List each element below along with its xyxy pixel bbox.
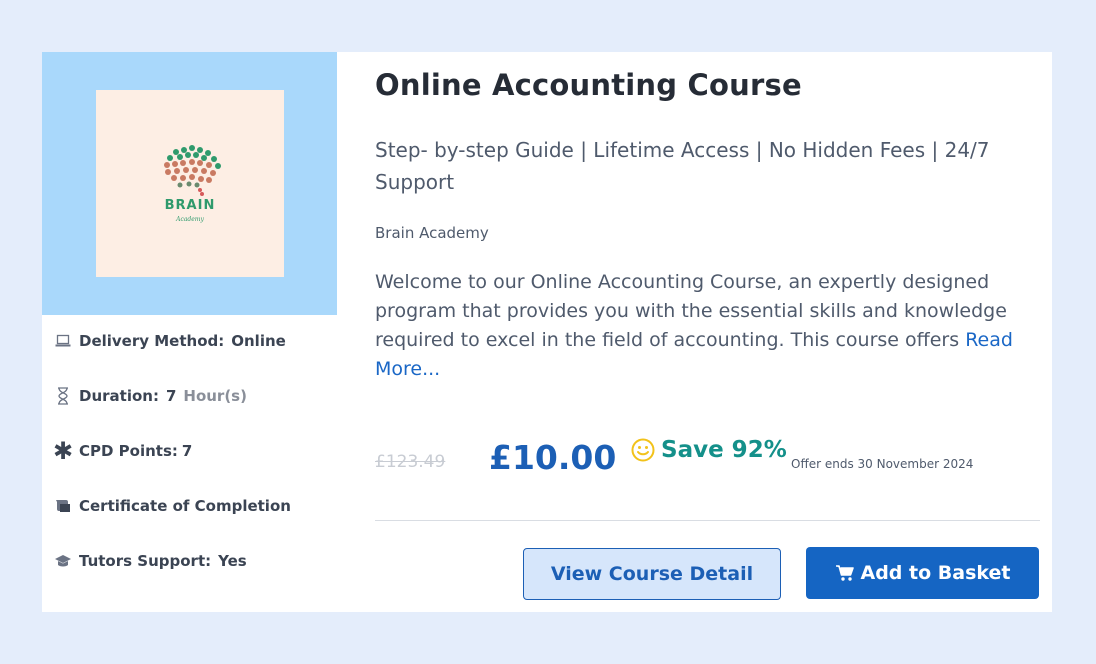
feature-label: Duration: [79, 387, 159, 405]
certificate-icon [54, 497, 72, 515]
add-to-basket-button[interactable]: Add to Basket [806, 547, 1039, 599]
smile-icon [631, 438, 655, 462]
course-card: BRAIN Academy Delivery Method: Online Du… [42, 52, 1052, 612]
feature-duration: Duration: 7 Hour(s) [54, 385, 247, 407]
feature-label: CPD Points: [79, 442, 178, 460]
course-info: Online Accounting Course Step- by-step G… [375, 52, 1045, 612]
cart-icon [835, 565, 854, 581]
graduation-cap-icon [54, 552, 72, 570]
description-text: Welcome to our Online Accounting Course,… [375, 271, 1007, 351]
feature-value: Yes [218, 552, 247, 570]
feature-delivery: Delivery Method: Online [54, 330, 286, 352]
asterisk-icon: ✱ [52, 437, 74, 465]
offer-ends: Offer ends 30 November 2024 [791, 457, 974, 471]
course-subtitle: Step- by-step Guide | Lifetime Access | … [375, 138, 990, 194]
feature-unit: Hour(s) [183, 387, 247, 405]
feature-label: Certificate of Completion [79, 497, 291, 515]
old-price: £123.49 [375, 452, 446, 472]
course-provider[interactable]: Brain Academy [375, 224, 489, 242]
feature-tutors: Tutors Support: Yes [54, 550, 247, 572]
feature-cpd: ✱ CPD Points: 7 [52, 437, 193, 465]
brand-name: BRAIN [164, 198, 216, 213]
feature-value: Online [231, 332, 286, 350]
button-label: Add to Basket [860, 562, 1011, 584]
feature-value: 7 [165, 387, 177, 405]
feature-label: Tutors Support: [79, 552, 212, 570]
feature-value: 7 [181, 442, 193, 460]
feature-label: Delivery Method: [79, 332, 225, 350]
hourglass-icon [54, 387, 72, 405]
current-price: £10.00 [489, 438, 617, 477]
view-course-detail-button[interactable]: View Course Detail [523, 548, 781, 600]
course-thumbnail[interactable]: BRAIN Academy [42, 52, 337, 315]
save-badge: Save 92% [631, 437, 787, 463]
brand-subtitle: Academy [176, 216, 204, 223]
save-text: Save 92% [661, 437, 787, 463]
course-title[interactable]: Online Accounting Course [375, 68, 802, 102]
brain-tree-icon [164, 145, 221, 196]
course-description: Welcome to our Online Accounting Course,… [375, 268, 1040, 384]
divider [375, 520, 1040, 521]
button-label: View Course Detail [550, 563, 754, 585]
brain-academy-logo: BRAIN Academy [96, 90, 284, 277]
feature-certificate: Certificate of Completion [54, 495, 298, 517]
laptop-icon [54, 332, 72, 350]
